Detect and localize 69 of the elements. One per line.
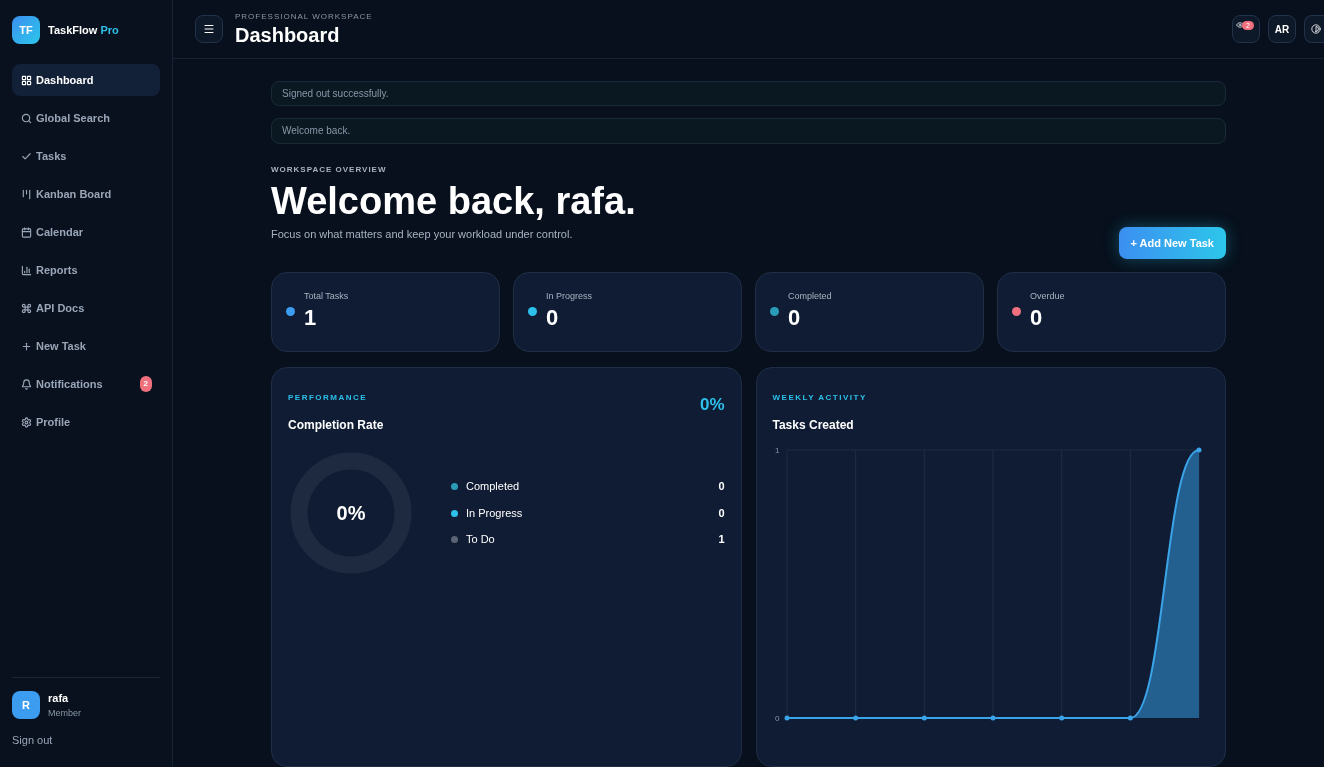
card-title: Tasks Created [772,417,855,434]
bar-chart-icon [21,264,32,276]
eye-icon [1236,21,1244,29]
user-avatar: R [12,691,40,719]
card-title: Completion Rate [288,417,384,434]
sidebar-item[interactable]: Profile [12,406,160,438]
stat-label: In Progress [546,290,593,303]
user-name: rafa [48,691,70,706]
menu-icon [203,23,215,35]
data-point [1058,715,1064,721]
data-point [921,715,927,721]
dashboard-icon [21,74,32,86]
plus-icon [21,340,32,352]
stat-value: 0 [788,303,802,332]
page-title: Dashboard [235,22,341,48]
alert-message: Welcome back. [271,118,1226,144]
data-point [1196,447,1201,453]
sidebar-item[interactable]: Tasks [12,140,160,172]
welcome-subtitle: Focus on what matters and keep your workload under control. [271,226,574,242]
sidebar-item[interactable]: Kanban Board [12,178,160,210]
legend-label: Completed [466,479,521,495]
data-point [1127,715,1133,721]
header-eyebrow: PROFESSIONAL WORKSPACE [235,10,373,23]
stat-label: Completed [788,290,832,303]
sign-out-link[interactable]: Sign out [12,732,53,749]
section-eyebrow: WORKSPACE OVERVIEW [271,163,388,176]
sidebar-item[interactable]: Calendar [12,216,160,248]
bell-icon [21,378,32,390]
data-point [852,715,858,721]
axis-tick-label: 1 [774,446,779,455]
check-icon [21,150,32,162]
app-logo: TF [12,16,40,44]
data-point [784,715,789,721]
sidebar-item[interactable]: New Task [12,330,160,362]
user-role: Member [48,706,81,720]
alert-message: Signed out successfully. [271,81,1226,107]
stat-value: 1 [304,303,318,332]
completion-percent: 0% [699,394,725,416]
card-eyebrow: WEEKLY ACTIVITY [772,392,868,404]
welcome-heading: Welcome back, rafa. [271,178,636,224]
menu-button[interactable] [195,15,223,43]
legend-value: 0 [718,505,725,521]
legend-label: To Do [466,532,496,548]
card-eyebrow: PERFORMANCE [288,392,369,404]
axis-tick-label: 0 [774,714,779,723]
language-button[interactable]: AR [1268,15,1296,43]
gauge-value: 0% [336,501,366,525]
notification-badge: 2 [139,376,152,392]
stat-value: 0 [1030,303,1044,332]
theme-toggle[interactable] [1304,15,1324,43]
search-icon [21,112,32,124]
legend-value: 1 [718,532,725,548]
legend-value: 0 [718,479,725,495]
stat-label: Total Tasks [304,290,349,303]
command-icon [21,302,32,314]
stat-label: Overdue [1030,290,1065,303]
contrast-icon [1311,24,1321,34]
data-point [990,715,995,721]
app-name: TaskFlow Pro [48,22,119,38]
kanban-icon [21,188,32,200]
sidebar-item[interactable]: Global Search [12,102,160,134]
sidebar-item[interactable]: Dashboard [12,64,160,96]
sidebar-item[interactable]: Notifications 2 [12,368,160,400]
sidebar-item[interactable]: API Docs [12,292,160,324]
stat-value: 0 [546,303,560,332]
sidebar-item[interactable]: Reports [12,254,160,286]
legend-label: In Progress [466,505,524,521]
calendar-icon [21,226,32,238]
settings-icon [21,416,32,428]
